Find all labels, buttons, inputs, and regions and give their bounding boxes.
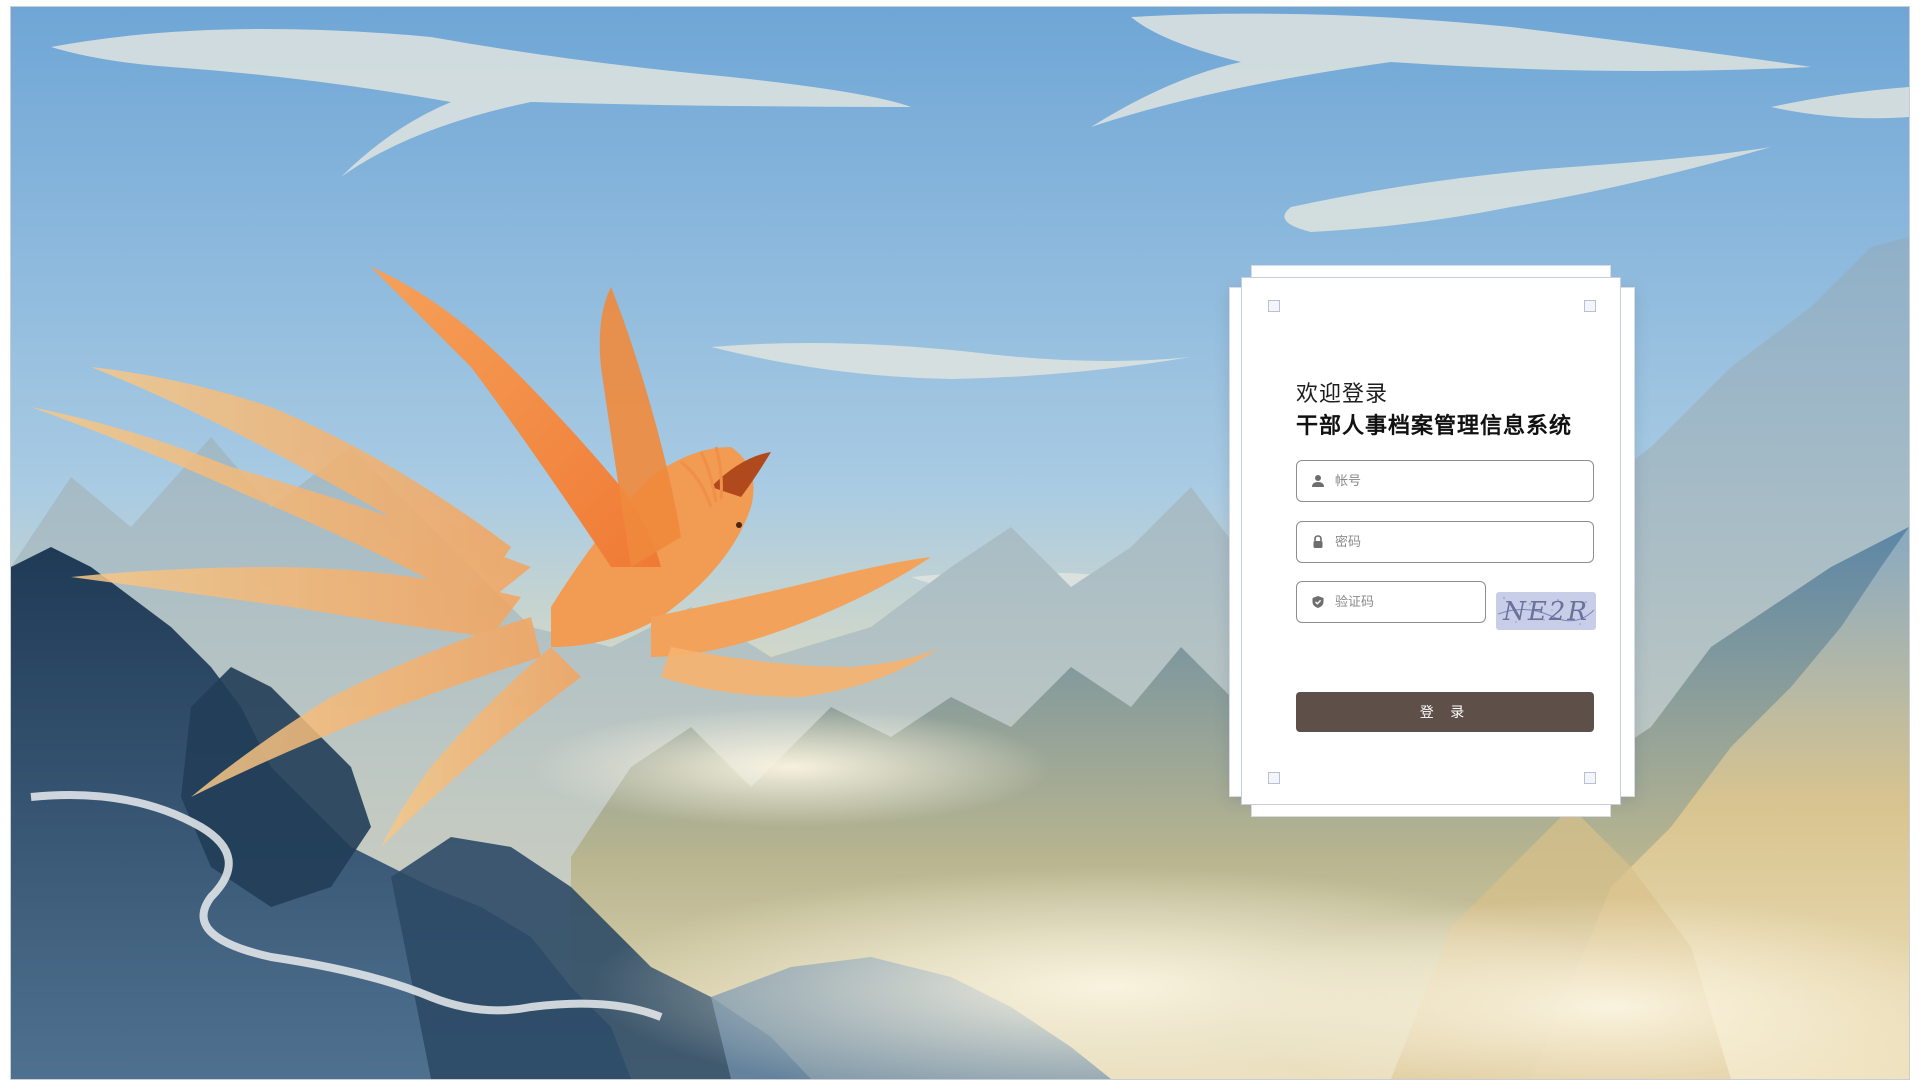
card-inner-frame: 欢迎登录 干部人事档案管理信息系统 帐号 验证码 NE2R 登 录: [1241, 277, 1621, 805]
login-page: 欢迎登录 干部人事档案管理信息系统 帐号 验证码 NE2R 登 录: [10, 6, 1910, 1080]
account-field[interactable]: [1296, 460, 1594, 502]
lock-icon: [1303, 535, 1333, 549]
captcha-image[interactable]: NE2R: [1496, 592, 1596, 630]
welcome-title: 欢迎登录: [1296, 382, 1389, 407]
password-input[interactable]: [1333, 533, 1577, 551]
system-title: 干部人事档案管理信息系统: [1296, 414, 1573, 439]
shield-icon: [1303, 595, 1333, 609]
corner-ornament: [1584, 772, 1596, 784]
login-button[interactable]: 登 录: [1296, 692, 1594, 732]
captcha-field[interactable]: [1296, 581, 1486, 623]
corner-ornament: [1584, 300, 1596, 312]
corner-ornament: [1268, 300, 1280, 312]
login-card: 欢迎登录 干部人事档案管理信息系统 帐号 验证码 NE2R 登 录: [1229, 265, 1635, 817]
account-input[interactable]: [1333, 472, 1577, 490]
captcha-text: NE2R: [1502, 597, 1589, 627]
password-field[interactable]: [1296, 521, 1594, 563]
corner-ornament: [1268, 772, 1280, 784]
user-icon: [1303, 474, 1333, 488]
captcha-input[interactable]: [1333, 593, 1477, 611]
